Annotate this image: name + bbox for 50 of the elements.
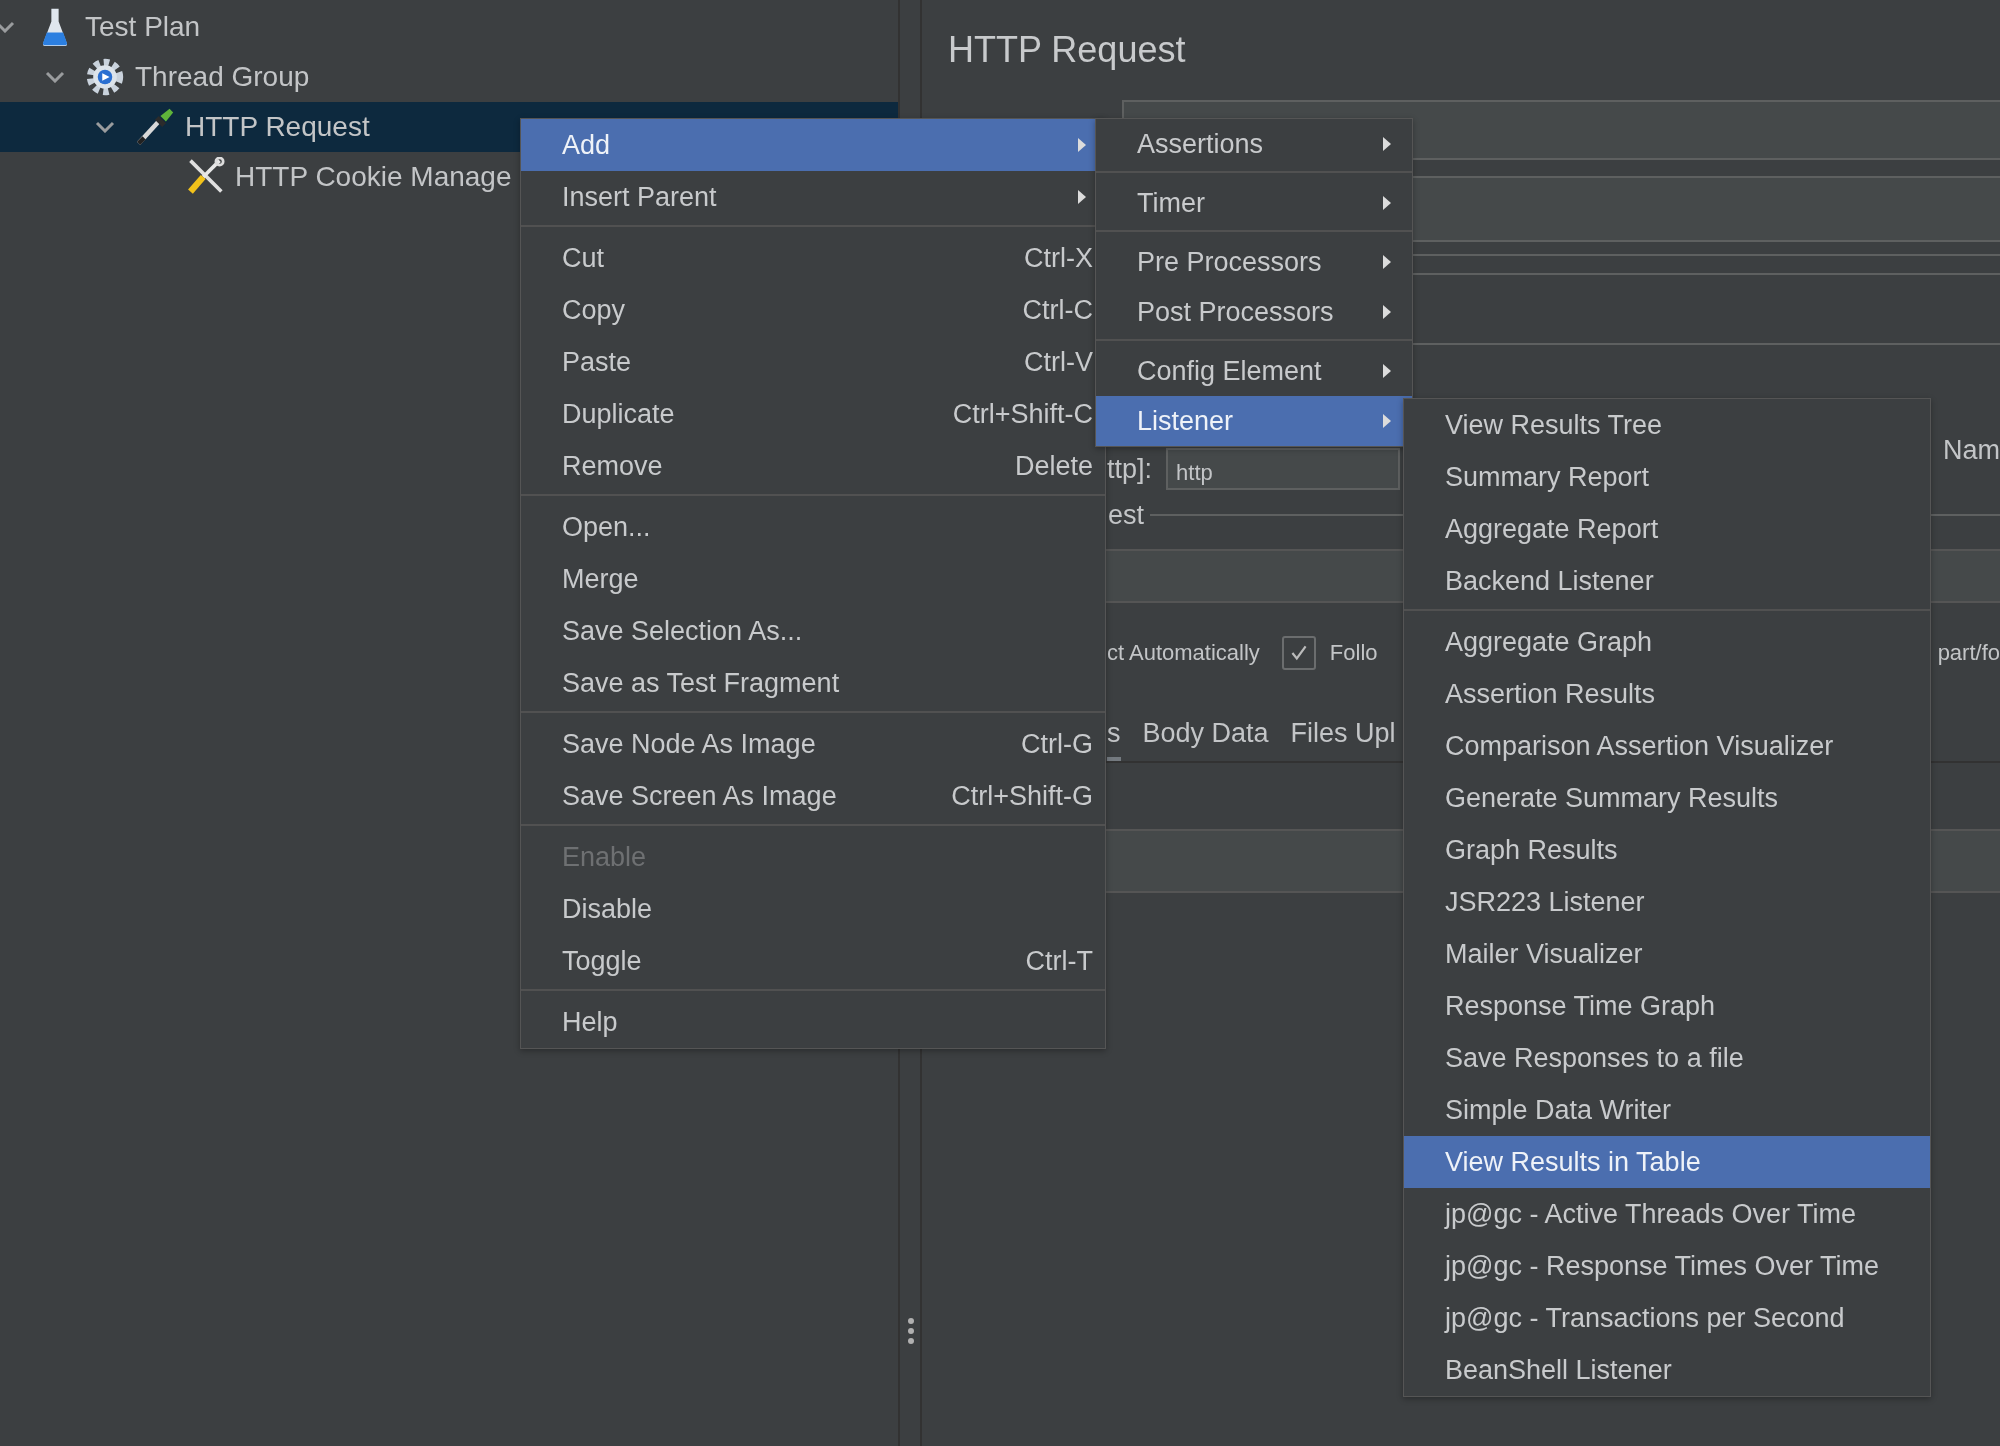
tree-item[interactable]: Thread Group (0, 52, 898, 102)
menu-item[interactable]: Aggregate Graph (1404, 616, 1930, 668)
tab[interactable]: Body Data (1142, 709, 1269, 761)
menu-item[interactable]: Disable (521, 883, 1105, 935)
chevron-icon[interactable] (0, 21, 15, 33)
menu-item[interactable]: Mailer Visualizer (1404, 928, 1930, 980)
option-label: ct Automatically (1107, 640, 1260, 666)
protocol-label: ttp]: (1107, 453, 1153, 485)
menu-item[interactable]: Open... (521, 501, 1105, 553)
menu-item[interactable]: JSR223 Listener (1404, 876, 1930, 928)
pipette-icon (135, 107, 175, 147)
menu-item[interactable]: Aggregate Report (1404, 503, 1930, 555)
menu-item[interactable]: jp@gc - Active Threads Over Time (1404, 1188, 1930, 1240)
menu-item[interactable]: jp@gc - Response Times Over Time (1404, 1240, 1930, 1292)
menu-item[interactable]: Config Element (1096, 346, 1412, 396)
group-title: est (1108, 499, 1145, 531)
splitter-handle[interactable] (908, 1318, 914, 1344)
chevron-icon[interactable] (95, 121, 115, 133)
menu-item[interactable]: Generate Summary Results (1404, 772, 1930, 824)
menu-item[interactable]: Assertion Results (1404, 668, 1930, 720)
menu-item[interactable]: Save Screen As Image Ctrl+Shift-G (521, 770, 1105, 822)
name-label: Nam (1943, 435, 2000, 466)
menu-item[interactable]: Save as Test Fragment (521, 657, 1105, 709)
protocol-field[interactable]: http (1166, 448, 1401, 490)
tree-item[interactable]: Test Plan (0, 2, 898, 52)
menu-item[interactable]: Merge (521, 553, 1105, 605)
menu-item[interactable]: Listener (1096, 396, 1412, 446)
menu-item[interactable]: BeanShell Listener (1404, 1344, 1930, 1396)
menu-item[interactable]: Pre Processors (1096, 237, 1412, 287)
menu-item[interactable]: Save Selection As... (521, 605, 1105, 657)
panel-title: HTTP Request (947, 28, 1187, 72)
menu-item[interactable]: Simple Data Writer (1404, 1084, 1930, 1136)
menu-item[interactable]: Response Time Graph (1404, 980, 1930, 1032)
menu-item[interactable]: View Results in Table (1404, 1136, 1930, 1188)
menu-item[interactable]: Save Responses to a file (1404, 1032, 1930, 1084)
menu-item[interactable]: jp@gc - Transactions per Second (1404, 1292, 1930, 1344)
option-label: part/fo (1937, 640, 2000, 666)
menu-item[interactable]: Toggle Ctrl-T (521, 935, 1105, 987)
gear-icon (85, 57, 125, 97)
option-label: Follo (1329, 640, 1378, 666)
menu-item[interactable]: Save Node As Image Ctrl-G (521, 718, 1105, 770)
tab[interactable]: Files Upl (1290, 709, 1396, 761)
chevron-icon[interactable] (45, 71, 65, 83)
menu-item[interactable]: Backend Listener (1404, 555, 1930, 607)
menu-item[interactable]: Post Processors (1096, 287, 1412, 337)
checkbox[interactable] (1281, 636, 1316, 670)
menu-item[interactable]: Summary Report (1404, 451, 1930, 503)
menu-item[interactable]: Help (521, 996, 1105, 1048)
menu-item[interactable]: Comparison Assertion Visualizer (1404, 720, 1930, 772)
menu-item[interactable]: Graph Results (1404, 824, 1930, 876)
